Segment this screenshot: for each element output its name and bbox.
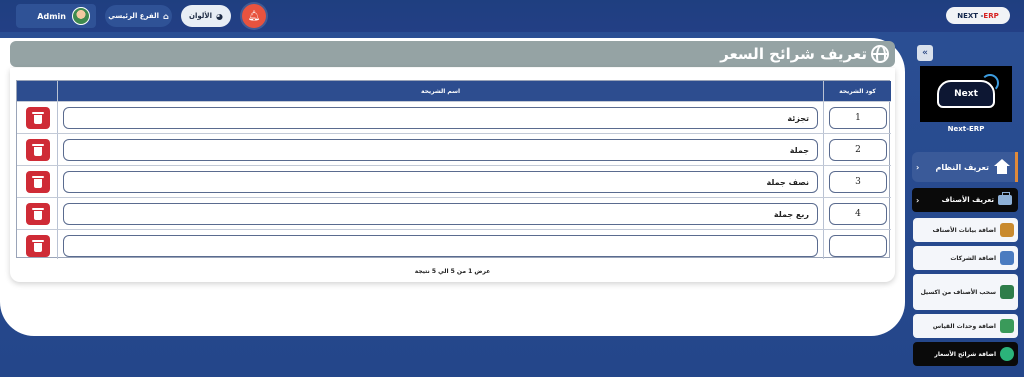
tier-code-input[interactable]: 2 [829, 139, 887, 161]
header-name: اسم الشريحة [58, 81, 823, 101]
tier-code-input[interactable] [829, 235, 887, 257]
tier-code-input[interactable]: 1 [829, 107, 887, 129]
tier-name-input[interactable]: ربع جملة [63, 203, 818, 225]
tier-name-input[interactable] [63, 235, 818, 257]
logo-caption: Next-ERP [947, 125, 985, 133]
sidebar-item-label: سحب الأصناف من اكسيل [920, 288, 996, 296]
trash-icon [32, 144, 44, 156]
branch-label: الفرع الرئيسي [108, 12, 159, 20]
sidebar-item-add-items[interactable]: اضافة بيانات الأصناف [913, 218, 1018, 242]
tier-code-input[interactable]: 4 [829, 203, 887, 225]
top-bar: Admin الفرع الرئيسي ⌂ الألوان ◕ 🔔︎ NEXT … [0, 0, 1024, 32]
table-row: ربع جملة 4 [17, 197, 891, 229]
sidebar-item-label: تعريف الأصناف [941, 196, 994, 204]
tier-code-input[interactable]: 3 [829, 171, 887, 193]
pagination-summary: عرض 1 من 5 الي 5 نتيجة [414, 268, 491, 275]
building-icon [1000, 251, 1014, 265]
house-icon [993, 159, 1011, 175]
chip-icon [1000, 319, 1014, 333]
user-name: Admin [37, 11, 66, 21]
header-code: كود الشريحة [824, 81, 891, 101]
sidebar-item-price-tiers[interactable]: اضافة شرائح الأسعار [913, 342, 1018, 366]
table-row: نصف جملة 3 [17, 165, 891, 197]
tier-name-input[interactable]: جملة [63, 139, 818, 161]
logo: Next [920, 66, 1012, 122]
brand-erp: ERP [983, 11, 999, 20]
delete-button[interactable] [26, 171, 50, 193]
sidebar-item-add-companies[interactable]: اضافة الشركات [913, 246, 1018, 270]
sidebar-item-items-definition[interactable]: › تعريف الأصناف [912, 188, 1018, 212]
user-menu[interactable]: Admin [16, 4, 96, 28]
price-tiers-table: اسم الشريحة كود الشريحة تجزئة 1 جملة 2 ن… [16, 80, 891, 261]
tier-name-input[interactable]: نصف جملة [63, 171, 818, 193]
trash-icon [32, 208, 44, 220]
sidebar-item-label: تعريف النظام [935, 162, 989, 172]
globe-icon [871, 45, 889, 63]
trash-icon [32, 240, 44, 252]
table-row: تجزئة 1 [17, 101, 891, 133]
avatar [72, 7, 90, 25]
tier-name-input[interactable]: تجزئة [63, 107, 818, 129]
delete-button[interactable] [26, 107, 50, 129]
colors-label: الألوان [189, 12, 213, 20]
brand-badge: NEXT - ERP [946, 7, 1010, 24]
double-chevron-left-icon: « [922, 48, 928, 58]
table-row: جملة 2 [17, 133, 891, 165]
trash-icon [32, 112, 44, 124]
bell-icon: 🔔︎ [247, 10, 261, 22]
delete-button[interactable] [26, 203, 50, 225]
logo-mark: Next [937, 74, 999, 108]
chevron-right-icon: › [916, 195, 920, 205]
sidebar-item-add-units[interactable]: اضافة وحدات القياس [913, 314, 1018, 338]
logo-text: Next [954, 89, 978, 99]
palette-icon: ◕ [216, 11, 223, 21]
delete-button[interactable] [26, 235, 50, 257]
sidebar-item-system-definition[interactable]: › تعريف النظام [912, 152, 1018, 182]
sidebar-item-label: اضافة الشركات [950, 254, 996, 262]
sidebar-item-label: اضافة شرائح الأسعار [934, 350, 996, 358]
dollar-icon [1000, 347, 1014, 361]
brand-next: NEXT - [957, 11, 984, 20]
table-row [17, 229, 891, 261]
branch-button[interactable]: الفرع الرئيسي ⌂ [105, 5, 172, 27]
trash-icon [32, 176, 44, 188]
sidebar-collapse-button[interactable]: « [917, 45, 933, 61]
sidebar-item-label: اضافة وحدات القياس [932, 322, 996, 330]
delete-button[interactable] [26, 139, 50, 161]
chevron-right-icon: › [916, 162, 920, 172]
toolbox-icon [998, 192, 1012, 205]
colors-button[interactable]: الألوان ◕ [181, 5, 231, 27]
notifications-button[interactable]: 🔔︎ [242, 4, 266, 28]
page-title: تعريف شرائح السعر [720, 45, 867, 63]
page-title-bar: تعريف شرائح السعر [10, 41, 895, 67]
sidebar-item-label: اضافة بيانات الأصناف [932, 226, 996, 234]
sidebar-item-import-excel[interactable]: سحب الأصناف من اكسيل [913, 274, 1018, 310]
home-icon: ⌂ [162, 11, 169, 21]
header-delete [17, 81, 57, 101]
bag-icon [1000, 223, 1014, 237]
excel-icon [1000, 285, 1014, 299]
table-panel: اسم الشريحة كود الشريحة تجزئة 1 جملة 2 ن… [10, 68, 895, 282]
